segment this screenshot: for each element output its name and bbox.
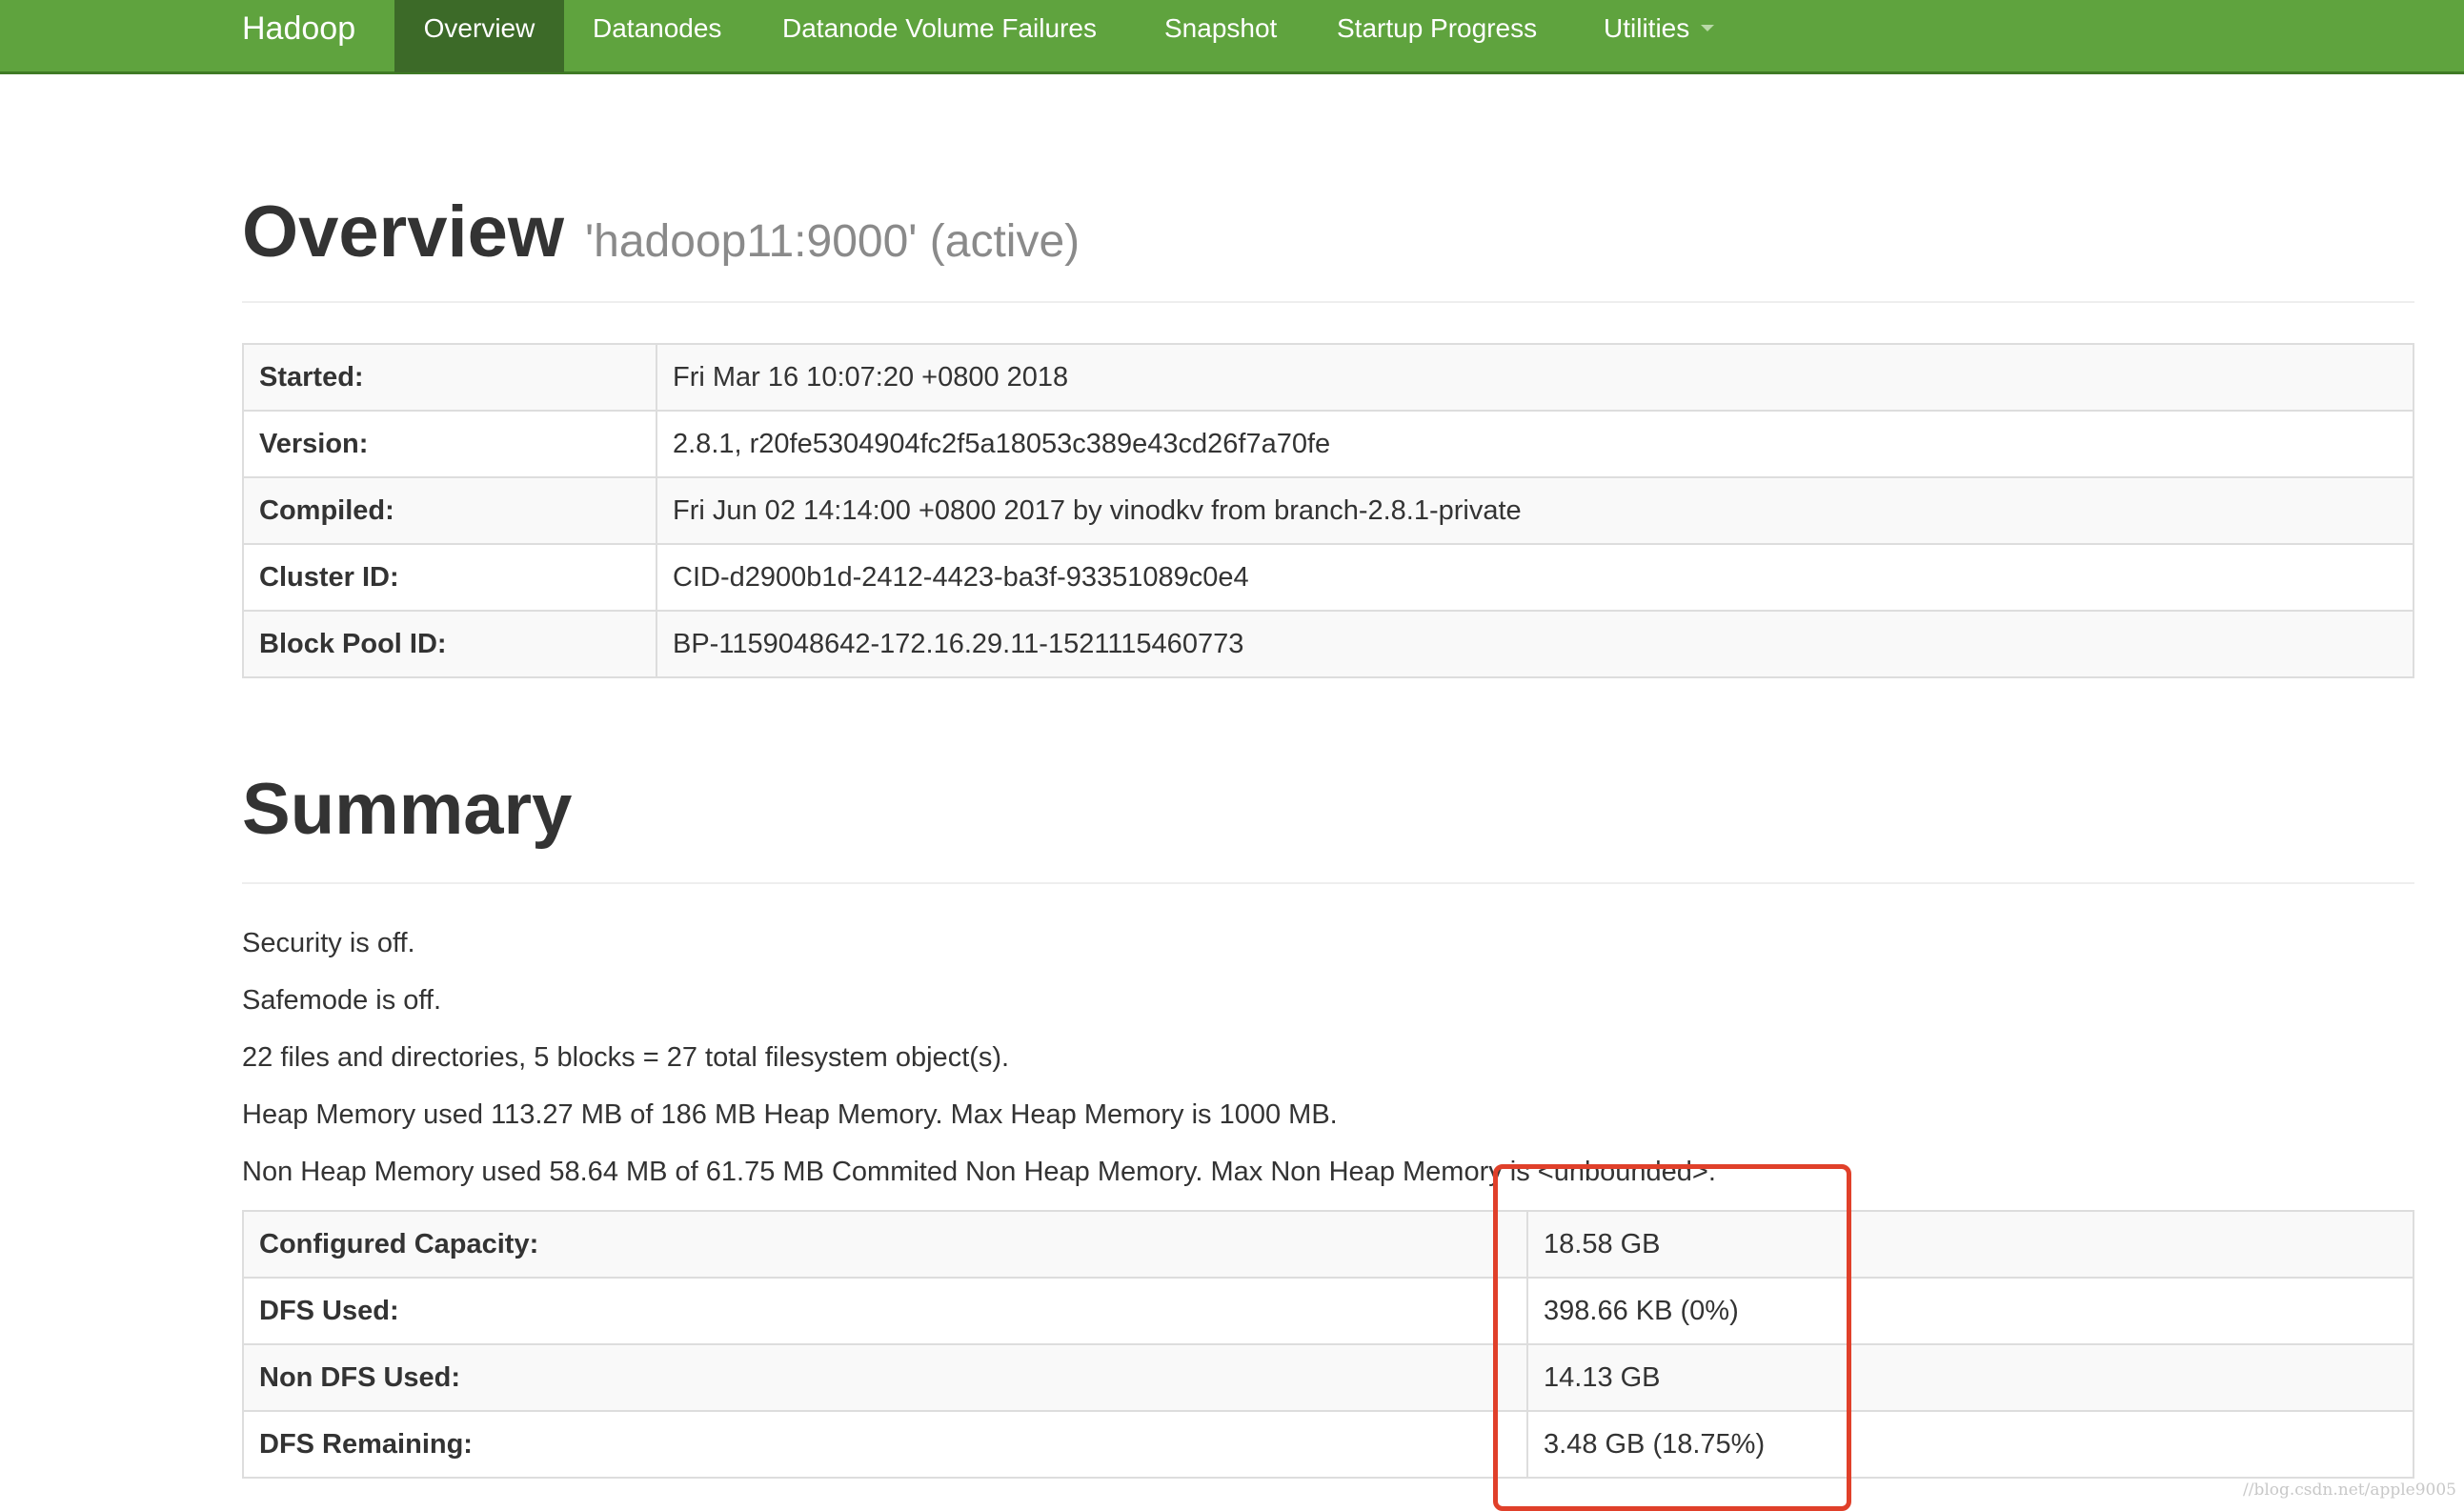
safemode-status: Safemode is off. [242,985,442,1016]
nav-utilities-dropdown[interactable]: Utilities [1604,0,1715,72]
chevron-down-icon [1701,25,1715,32]
non-heap-memory: Non Heap Memory used 58.64 MB of 61.75 M… [242,1157,1716,1187]
version-value: 2.8.1, r20fe5304904fc2f5a18053c389e43cd2… [656,410,2414,478]
configured-capacity-label: Configured Capacity: [242,1210,1528,1279]
table-row: Configured Capacity: 18.58 GB [242,1210,2414,1279]
overview-title: Overview [242,191,564,272]
block-pool-id-label: Block Pool ID: [242,610,657,678]
nav-datanode-volume-failures[interactable]: Datanode Volume Failures [782,0,1097,72]
nav-utilities-label: Utilities [1604,13,1690,43]
table-row: Non DFS Used: 14.13 GB [242,1343,2414,1412]
heap-memory: Heap Memory used 113.27 MB of 186 MB Hea… [242,1099,1338,1130]
table-row: DFS Remaining: 3.48 GB (18.75%) [242,1410,2414,1479]
non-dfs-used-label: Non DFS Used: [242,1343,1528,1412]
nav-startup-progress[interactable]: Startup Progress [1337,0,1537,72]
compiled-label: Compiled: [242,476,657,545]
capacity-table: Configured Capacity: 18.58 GB DFS Used: … [242,1210,2414,1479]
started-label: Started: [242,343,657,412]
started-value: Fri Mar 16 10:07:20 +0800 2018 [656,343,2414,412]
watermark-text: //blog.csdn.net/apple9005 [2242,1481,2456,1500]
top-navbar: Hadoop Overview Datanodes Datanode Volum… [0,0,2464,74]
table-row: DFS Used: 398.66 KB (0%) [242,1277,2414,1345]
block-pool-id-value: BP-1159048642-172.16.29.11-1521115460773 [656,610,2414,678]
overview-table: Started: Fri Mar 16 10:07:20 +0800 2018 … [242,343,2414,678]
summary-heading: Summary [242,769,573,850]
brand-logo[interactable]: Hadoop [242,0,355,74]
overview-heading: Overview 'hadoop11:9000' (active) [242,191,1080,273]
namenode-address: 'hadoop11:9000' (active) [585,216,1081,267]
version-label: Version: [242,410,657,478]
cluster-id-label: Cluster ID: [242,543,657,612]
overview-divider [242,301,2414,303]
nav-snapshot[interactable]: Snapshot [1164,0,1277,72]
cluster-id-value: CID-d2900b1d-2412-4423-ba3f-93351089c0e4 [656,543,2414,612]
table-row: Cluster ID: CID-d2900b1d-2412-4423-ba3f-… [242,543,2414,612]
table-row: Started: Fri Mar 16 10:07:20 +0800 2018 [242,343,2414,412]
dfs-used-label: DFS Used: [242,1277,1528,1345]
dfs-remaining-value: 3.48 GB (18.75%) [1526,1410,2414,1479]
nav-overview[interactable]: Overview [394,0,564,72]
filesystem-objects: 22 files and directories, 5 blocks = 27 … [242,1042,1010,1073]
table-row: Version: 2.8.1, r20fe5304904fc2f5a18053c… [242,410,2414,478]
dfs-remaining-label: DFS Remaining: [242,1410,1528,1479]
dfs-used-value: 398.66 KB (0%) [1526,1277,2414,1345]
table-row: Compiled: Fri Jun 02 14:14:00 +0800 2017… [242,476,2414,545]
configured-capacity-value: 18.58 GB [1526,1210,2414,1279]
nav-datanodes[interactable]: Datanodes [593,0,721,72]
security-status: Security is off. [242,928,415,958]
non-dfs-used-value: 14.13 GB [1526,1343,2414,1412]
summary-divider [242,882,2414,884]
table-row: Block Pool ID: BP-1159048642-172.16.29.1… [242,610,2414,678]
compiled-value: Fri Jun 02 14:14:00 +0800 2017 by vinodk… [656,476,2414,545]
